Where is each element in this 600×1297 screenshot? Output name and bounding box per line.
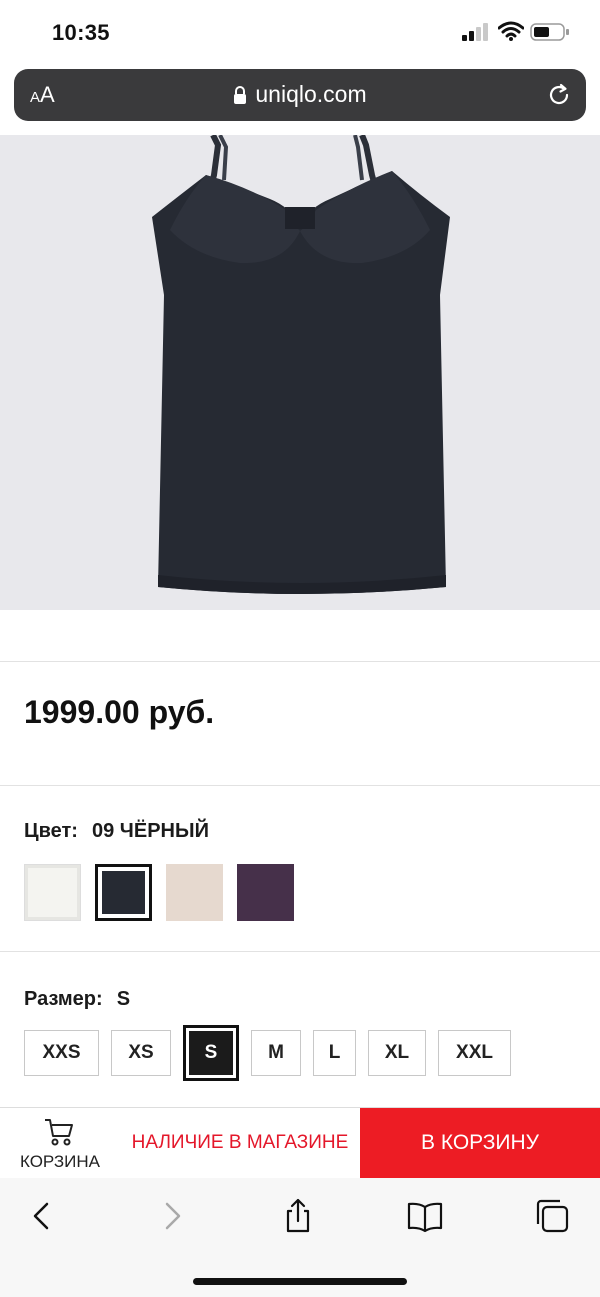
add-to-cart-button[interactable]: В КОРЗИНУ — [360, 1108, 600, 1178]
size-option-xs[interactable]: XS — [111, 1030, 171, 1076]
tabs-icon[interactable] — [534, 1198, 570, 1234]
divider — [0, 661, 600, 662]
bookmarks-icon[interactable] — [407, 1198, 443, 1234]
size-option-xxs[interactable]: XXS — [24, 1030, 99, 1076]
size-option-xxl[interactable]: XXL — [438, 1030, 511, 1076]
status-time: 10:35 — [52, 20, 110, 45]
product-price: 1999.00 руб. — [24, 694, 215, 730]
home-indicator — [193, 1278, 407, 1285]
cart-icon — [45, 1119, 73, 1146]
size-label: Размер: — [24, 988, 103, 1010]
size-option-s-label: S — [189, 1031, 233, 1075]
signal-icon — [462, 23, 488, 41]
cart-button[interactable]: КОРЗИНА — [0, 1108, 120, 1178]
color-swatches — [24, 864, 294, 921]
back-icon[interactable] — [24, 1198, 60, 1234]
size-options: XXS XS S M L XL XXL — [24, 1025, 523, 1081]
color-swatch-black[interactable] — [95, 864, 152, 921]
action-bar: КОРЗИНА НАЛИЧИЕ В МАГАЗИНЕ В КОРЗИНУ — [0, 1107, 600, 1178]
url-display[interactable]: uniqlo.com — [14, 81, 586, 108]
divider — [0, 951, 600, 952]
product-image[interactable] — [0, 135, 600, 610]
color-label: Цвет: — [24, 820, 78, 842]
store-availability-button[interactable]: НАЛИЧИЕ В МАГАЗИНЕ — [120, 1108, 360, 1178]
color-value: 09 ЧЁРНЫЙ — [91, 820, 209, 842]
color-swatch-beige[interactable] — [166, 864, 223, 921]
cart-label: КОРЗИНА — [19, 1152, 100, 1171]
forward-icon[interactable] — [154, 1198, 190, 1234]
url-text: uniqlo.com — [255, 81, 367, 107]
browser-address-bar[interactable]: AA uniqlo.com — [14, 69, 586, 121]
lock-icon — [234, 86, 247, 104]
reload-icon[interactable] — [546, 82, 572, 108]
size-option-m[interactable]: M — [251, 1030, 301, 1076]
divider — [0, 785, 600, 786]
color-label-row: Цвет: 09 ЧЁРНЫЙ — [24, 820, 209, 843]
size-option-s[interactable]: S — [183, 1025, 239, 1081]
battery-icon — [530, 23, 569, 41]
size-label-row: Размер: S — [24, 988, 130, 1011]
color-swatch-white[interactable] — [24, 864, 81, 921]
share-icon[interactable] — [280, 1198, 316, 1234]
status-bar: 10:35 — [0, 0, 600, 62]
size-option-l[interactable]: L — [313, 1030, 356, 1076]
wifi-icon — [498, 21, 524, 41]
color-swatch-purple[interactable] — [237, 864, 294, 921]
size-option-xl[interactable]: XL — [368, 1030, 426, 1076]
camisole-illustration — [152, 135, 450, 594]
size-value: S — [116, 988, 131, 1010]
